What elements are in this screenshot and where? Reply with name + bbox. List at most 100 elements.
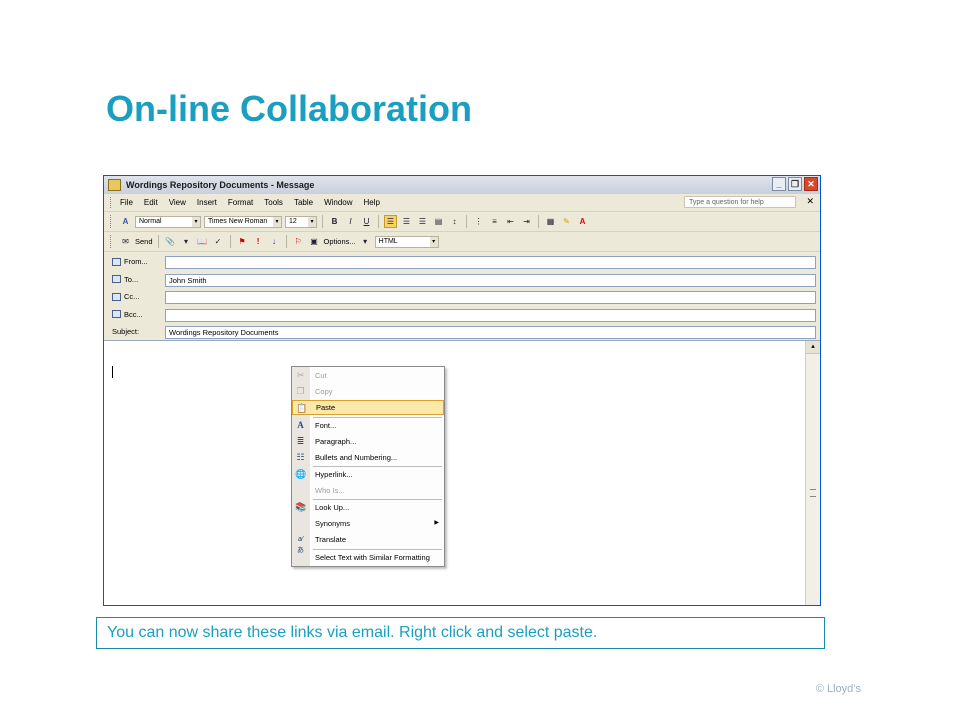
menu-item-look-up[interactable]: 📚 Look Up... bbox=[292, 500, 444, 515]
menu-item-select-similar[interactable]: Select Text with Similar Formatting bbox=[292, 550, 444, 565]
high-importance-icon[interactable]: ! bbox=[252, 235, 265, 248]
message-header-fields: From... To... John Smith Cc... Bcc... Su… bbox=[104, 252, 820, 342]
toolbar-grip[interactable] bbox=[110, 215, 114, 228]
align-right-icon[interactable]: ☰ bbox=[416, 215, 429, 228]
numbering-icon[interactable]: ⋮ bbox=[472, 215, 485, 228]
justify-icon[interactable]: ▤ bbox=[432, 215, 445, 228]
font-size-select[interactable]: 12 ▾ bbox=[285, 215, 317, 228]
menu-insert[interactable]: Insert bbox=[197, 198, 217, 207]
toolbar-grip[interactable] bbox=[110, 235, 114, 248]
to-button[interactable]: To... bbox=[112, 275, 138, 284]
underline-button[interactable]: U bbox=[360, 215, 373, 228]
menu-window[interactable]: Window bbox=[324, 198, 352, 207]
bcc-field[interactable] bbox=[165, 308, 816, 322]
restore-button[interactable]: ❐ bbox=[788, 177, 802, 191]
slide-title: On-line Collaboration bbox=[106, 88, 472, 129]
minimize-button[interactable]: _ bbox=[772, 177, 786, 191]
menu-item-translate[interactable]: a⁄あ Translate bbox=[292, 532, 444, 554]
menu-edit[interactable]: Edit bbox=[144, 198, 158, 207]
scroll-up-icon[interactable]: ▴ bbox=[806, 341, 820, 354]
dropdown-arrow-icon: ▾ bbox=[192, 216, 200, 227]
menu-file[interactable]: File bbox=[120, 198, 133, 207]
from-field[interactable] bbox=[165, 256, 816, 269]
menu-item-label: Select Text with Similar Formatting bbox=[315, 553, 430, 562]
borders-icon[interactable]: ▦ bbox=[544, 215, 557, 228]
check-names-icon[interactable]: ✓ bbox=[212, 235, 225, 248]
close-document-icon[interactable]: ✕ bbox=[806, 196, 814, 207]
address-book-icon bbox=[112, 292, 121, 301]
low-importance-icon[interactable]: ↓ bbox=[268, 235, 281, 248]
toolbar-grip[interactable] bbox=[110, 197, 114, 208]
style-select[interactable]: Normal ▾ bbox=[135, 215, 201, 228]
help-search-input[interactable]: Type a question for help bbox=[684, 196, 796, 208]
menu-item-label: Look Up... bbox=[315, 503, 350, 512]
menu-item-label: Cut bbox=[315, 371, 327, 380]
menu-table[interactable]: Table bbox=[294, 198, 313, 207]
close-button[interactable]: ✕ bbox=[804, 177, 818, 191]
menu-item-synonyms[interactable]: Synonyms ▶ bbox=[292, 516, 444, 531]
cc-label: Cc... bbox=[124, 292, 140, 302]
address-book-icon[interactable]: 📖 bbox=[196, 235, 209, 248]
options-button[interactable]: Options... bbox=[324, 237, 356, 246]
font-color-icon[interactable]: A bbox=[576, 215, 589, 228]
attach-icon[interactable]: 📎 bbox=[164, 235, 177, 248]
from-label: From... bbox=[124, 257, 148, 266]
message-format-value: HTML bbox=[378, 238, 398, 245]
menu-item-paste[interactable]: 📋 Paste bbox=[292, 400, 444, 415]
cc-button[interactable]: Cc... bbox=[112, 292, 139, 301]
to-label: To... bbox=[124, 274, 139, 284]
from-row: From... bbox=[104, 254, 820, 272]
align-center-icon[interactable]: ☰ bbox=[400, 215, 413, 228]
menu-item-label: Synonyms bbox=[315, 519, 351, 528]
increase-indent-icon[interactable]: ⇥ bbox=[520, 215, 533, 228]
menu-item-hyperlink[interactable]: 🌐 Hyperlink... bbox=[292, 467, 444, 482]
line-spacing-icon[interactable]: ↕ bbox=[448, 215, 461, 228]
highlight-icon[interactable]: ✎ bbox=[560, 215, 573, 228]
styles-icon[interactable]: A bbox=[119, 215, 132, 228]
dropdown-arrow-icon[interactable]: ▾ bbox=[180, 235, 193, 248]
menu-item-label: Paste bbox=[316, 403, 336, 412]
menu-item-font[interactable]: A Font... bbox=[292, 418, 444, 433]
vertical-scrollbar[interactable]: ▴ bbox=[805, 341, 820, 605]
window-titlebar[interactable]: Wordings Repository Documents - Message … bbox=[104, 176, 820, 194]
subject-field[interactable]: Wordings Repository Documents bbox=[165, 326, 816, 340]
envelope-icon bbox=[108, 179, 121, 191]
bullets-icon[interactable]: ≡ bbox=[488, 215, 501, 228]
menu-tools[interactable]: Tools bbox=[264, 198, 283, 207]
address-book-icon bbox=[112, 310, 121, 319]
message-format-select[interactable]: HTML ▾ bbox=[374, 235, 439, 248]
dropdown-arrow-icon[interactable]: ▾ bbox=[359, 235, 372, 248]
menu-item-bullets[interactable]: ☷ Bullets and Numbering... bbox=[292, 450, 444, 465]
decrease-indent-icon[interactable]: ⇤ bbox=[504, 215, 517, 228]
menu-format[interactable]: Format bbox=[228, 198, 253, 207]
menu-view[interactable]: View bbox=[169, 198, 186, 207]
menu-item-who-is[interactable]: Who Is... bbox=[292, 483, 444, 498]
menu-item-copy[interactable]: ❐ Copy bbox=[292, 384, 444, 399]
send-icon: ✉ bbox=[122, 237, 129, 246]
menu-help[interactable]: Help bbox=[364, 198, 380, 207]
copy-icon: ❐ bbox=[296, 386, 305, 396]
menu-item-label: Who Is... bbox=[315, 486, 345, 495]
align-left-icon[interactable]: ☰ bbox=[384, 215, 397, 228]
follow-up-flag-icon[interactable]: ⚐ bbox=[292, 235, 305, 248]
message-body[interactable]: ▴ bbox=[104, 340, 820, 605]
address-book-icon bbox=[112, 275, 121, 284]
outlook-message-window: Wordings Repository Documents - Message … bbox=[103, 175, 821, 606]
slide-caption: You can now share these links via email.… bbox=[96, 617, 825, 649]
cc-row: Cc... bbox=[104, 289, 820, 307]
cc-field[interactable] bbox=[165, 291, 816, 305]
from-button[interactable]: From... bbox=[112, 257, 148, 266]
bold-button[interactable]: B bbox=[328, 215, 341, 228]
text-caret bbox=[112, 366, 113, 378]
menu-item-cut[interactable]: ✂ Cut bbox=[292, 368, 444, 383]
to-field[interactable]: John Smith bbox=[165, 273, 816, 287]
bcc-button[interactable]: Bcc... bbox=[112, 310, 143, 319]
flag-icon[interactable]: ⚑ bbox=[236, 235, 249, 248]
menu-item-label: Font... bbox=[315, 421, 337, 430]
scroll-grip-icon bbox=[810, 489, 816, 497]
send-button[interactable]: Send bbox=[135, 237, 153, 246]
menu-item-paragraph[interactable]: ≣ Paragraph... bbox=[292, 434, 444, 449]
menu-item-label: Hyperlink... bbox=[315, 470, 353, 479]
italic-button[interactable]: I bbox=[344, 215, 357, 228]
font-select[interactable]: Times New Roman ▾ bbox=[204, 215, 282, 228]
